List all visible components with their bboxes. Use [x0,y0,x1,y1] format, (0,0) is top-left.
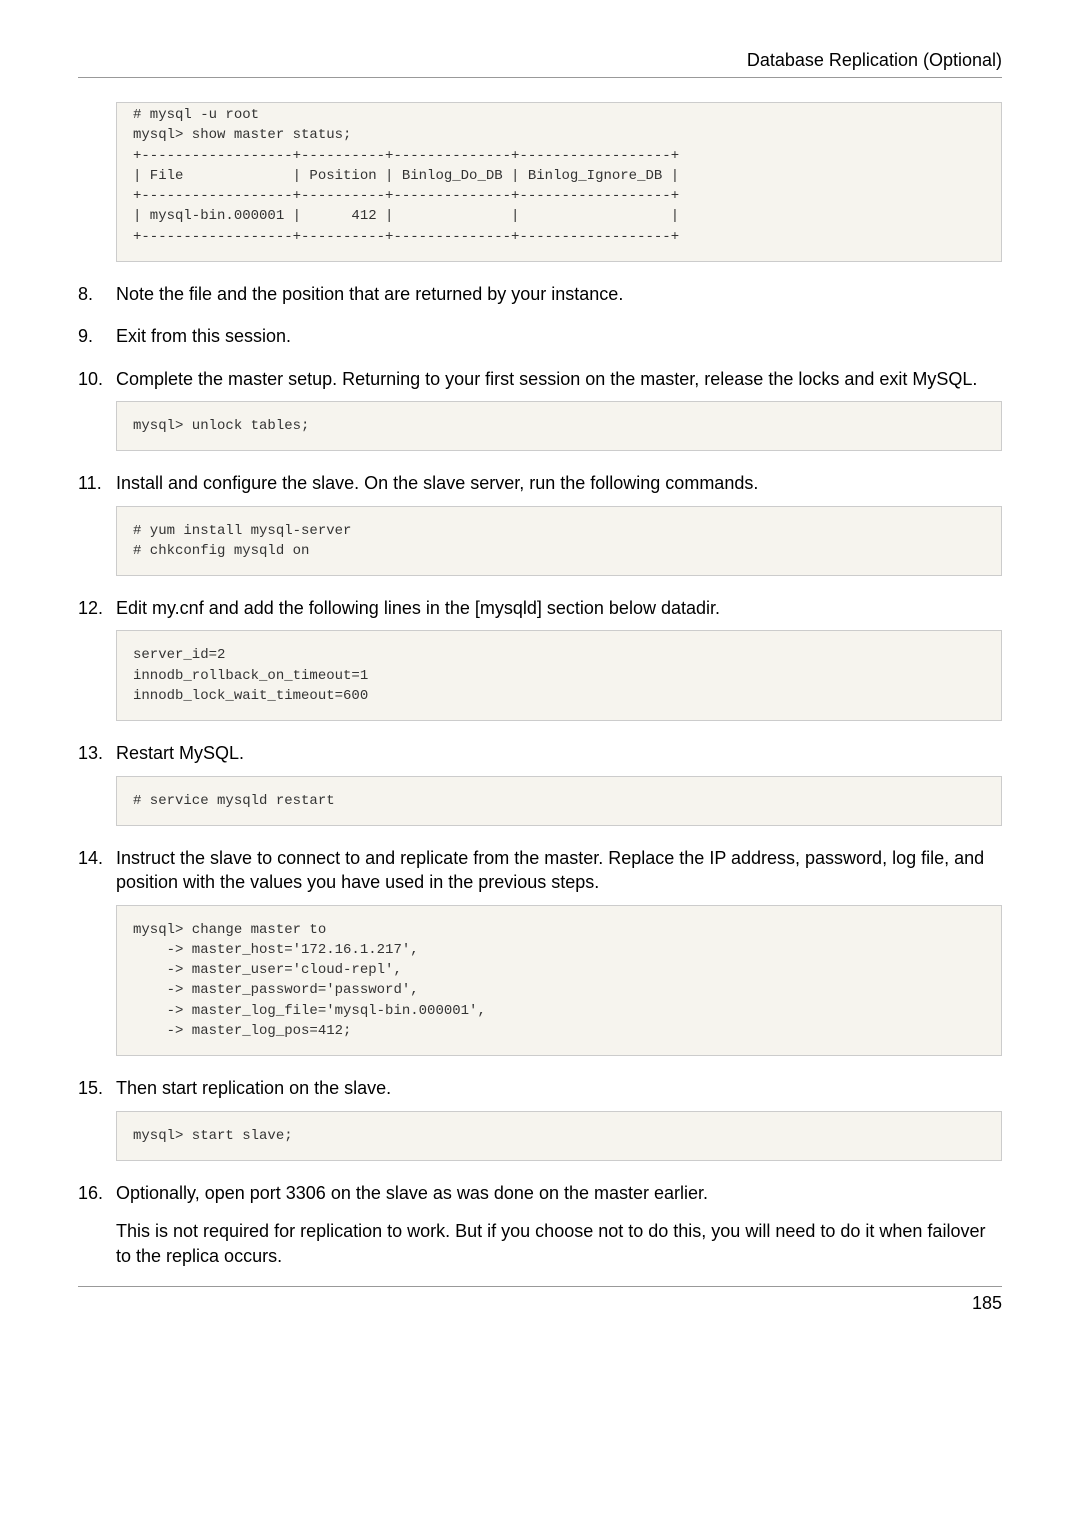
step-10-text: Complete the master setup. Returning to … [116,367,1002,391]
step-16-text: Optionally, open port 3306 on the slave … [116,1181,1002,1205]
step-12-text: Edit my.cnf and add the following lines … [116,596,1002,620]
step-8-text: Note the file and the position that are … [116,282,1002,306]
page-footer: 185 [78,1286,1002,1314]
step-13: Restart MySQL. # service mysqld restart [78,741,1002,826]
code-block-restart-mysql: # service mysqld restart [116,776,1002,826]
step-11: Install and configure the slave. On the … [78,471,1002,576]
step-14-text: Instruct the slave to connect to and rep… [116,846,1002,895]
code-block-start-slave: mysql> start slave; [116,1111,1002,1161]
code-block-unlock-tables: mysql> unlock tables; [116,401,1002,451]
step-14: Instruct the slave to connect to and rep… [78,846,1002,1056]
step-13-text: Restart MySQL. [116,741,1002,765]
page-number: 185 [972,1293,1002,1313]
step-9: Exit from this session. [78,324,1002,348]
step-12: Edit my.cnf and add the following lines … [78,596,1002,721]
code-block-show-master-status: # mysql -u root mysql> show master statu… [116,102,1002,262]
step-16-subtext: This is not required for replication to … [116,1219,1002,1268]
header-title: Database Replication (Optional) [78,50,1002,71]
page-header: Database Replication (Optional) [78,50,1002,78]
step-16: Optionally, open port 3306 on the slave … [78,1181,1002,1268]
code-block-install-slave: # yum install mysql-server # chkconfig m… [116,506,1002,577]
code-block-mycnf: server_id=2 innodb_rollback_on_timeout=1… [116,630,1002,721]
code-block-change-master: mysql> change master to -> master_host='… [116,905,1002,1057]
step-9-text: Exit from this session. [116,324,1002,348]
step-15: Then start replication on the slave. mys… [78,1076,1002,1161]
step-8: Note the file and the position that are … [78,282,1002,306]
step-15-text: Then start replication on the slave. [116,1076,1002,1100]
step-11-text: Install and configure the slave. On the … [116,471,1002,495]
step-10: Complete the master setup. Returning to … [78,367,1002,452]
steps-list: Note the file and the position that are … [78,282,1002,1268]
